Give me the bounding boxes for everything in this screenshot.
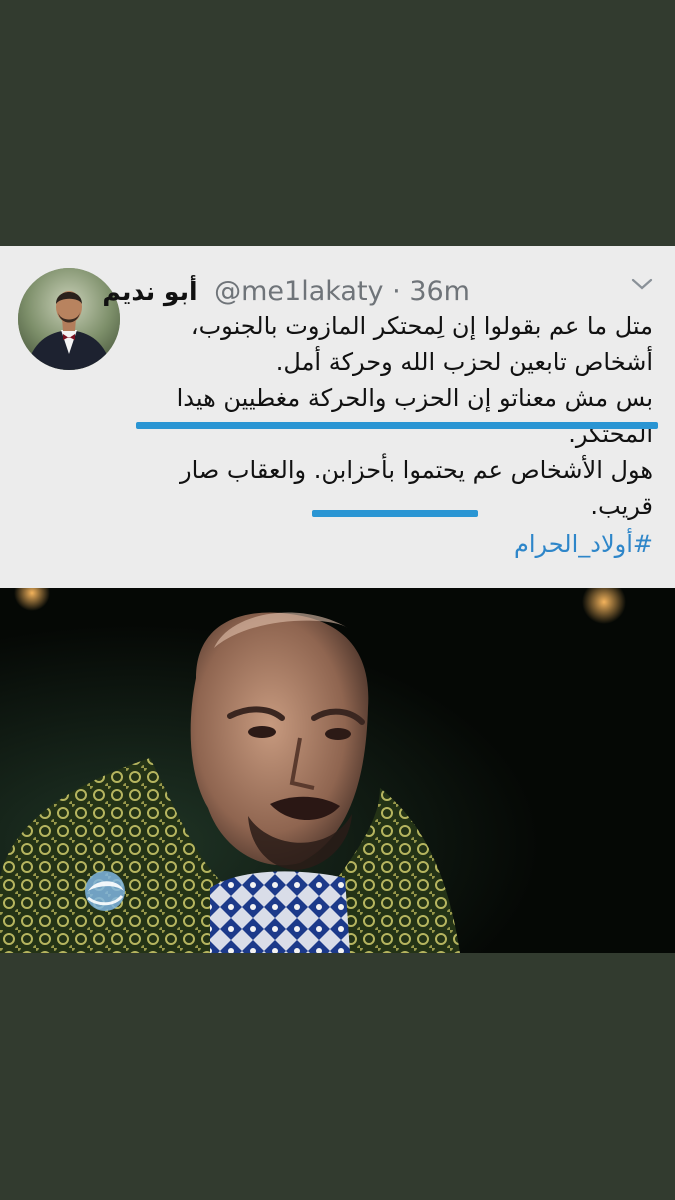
tweet-header: أبو نديم @me1lakaty · 36m [102,276,470,308]
chevron-down-icon[interactable] [630,276,654,292]
tweet-line: هول الأشخاص عم يحتموا بأحزابن. والعقاب ص… [180,456,653,484]
tweet-media-image[interactable] [0,588,675,953]
tweet-time[interactable]: 36m [409,276,470,307]
tweet-line: بس مش معناتو إن الحزب والحركة مغطيين هيد… [176,384,653,412]
author-handle[interactable]: @me1lakaty [214,276,383,307]
hashtag-link[interactable]: #أولاد_الحرام [153,526,653,562]
highlight-underline [136,422,658,429]
tweet-line: متل ما عم بقولوا إن لِمحتكر المازوت بالج… [190,312,653,340]
header-separator: · [392,276,401,307]
tweet-line: أشخاص تابعين لحزب الله وحركة أمل. [275,348,653,376]
tweet-card: أبو نديم @me1lakaty · 36m متل ما عم بقول… [0,246,675,588]
channel-logo-icon [85,871,125,911]
tweet-text: متل ما عم بقولوا إن لِمحتكر المازوت بالج… [153,308,653,562]
author-name[interactable]: أبو نديم [102,277,197,306]
highlight-underline [312,510,478,517]
tweet-line: قريب. [590,492,653,520]
film-still-image [0,588,675,953]
